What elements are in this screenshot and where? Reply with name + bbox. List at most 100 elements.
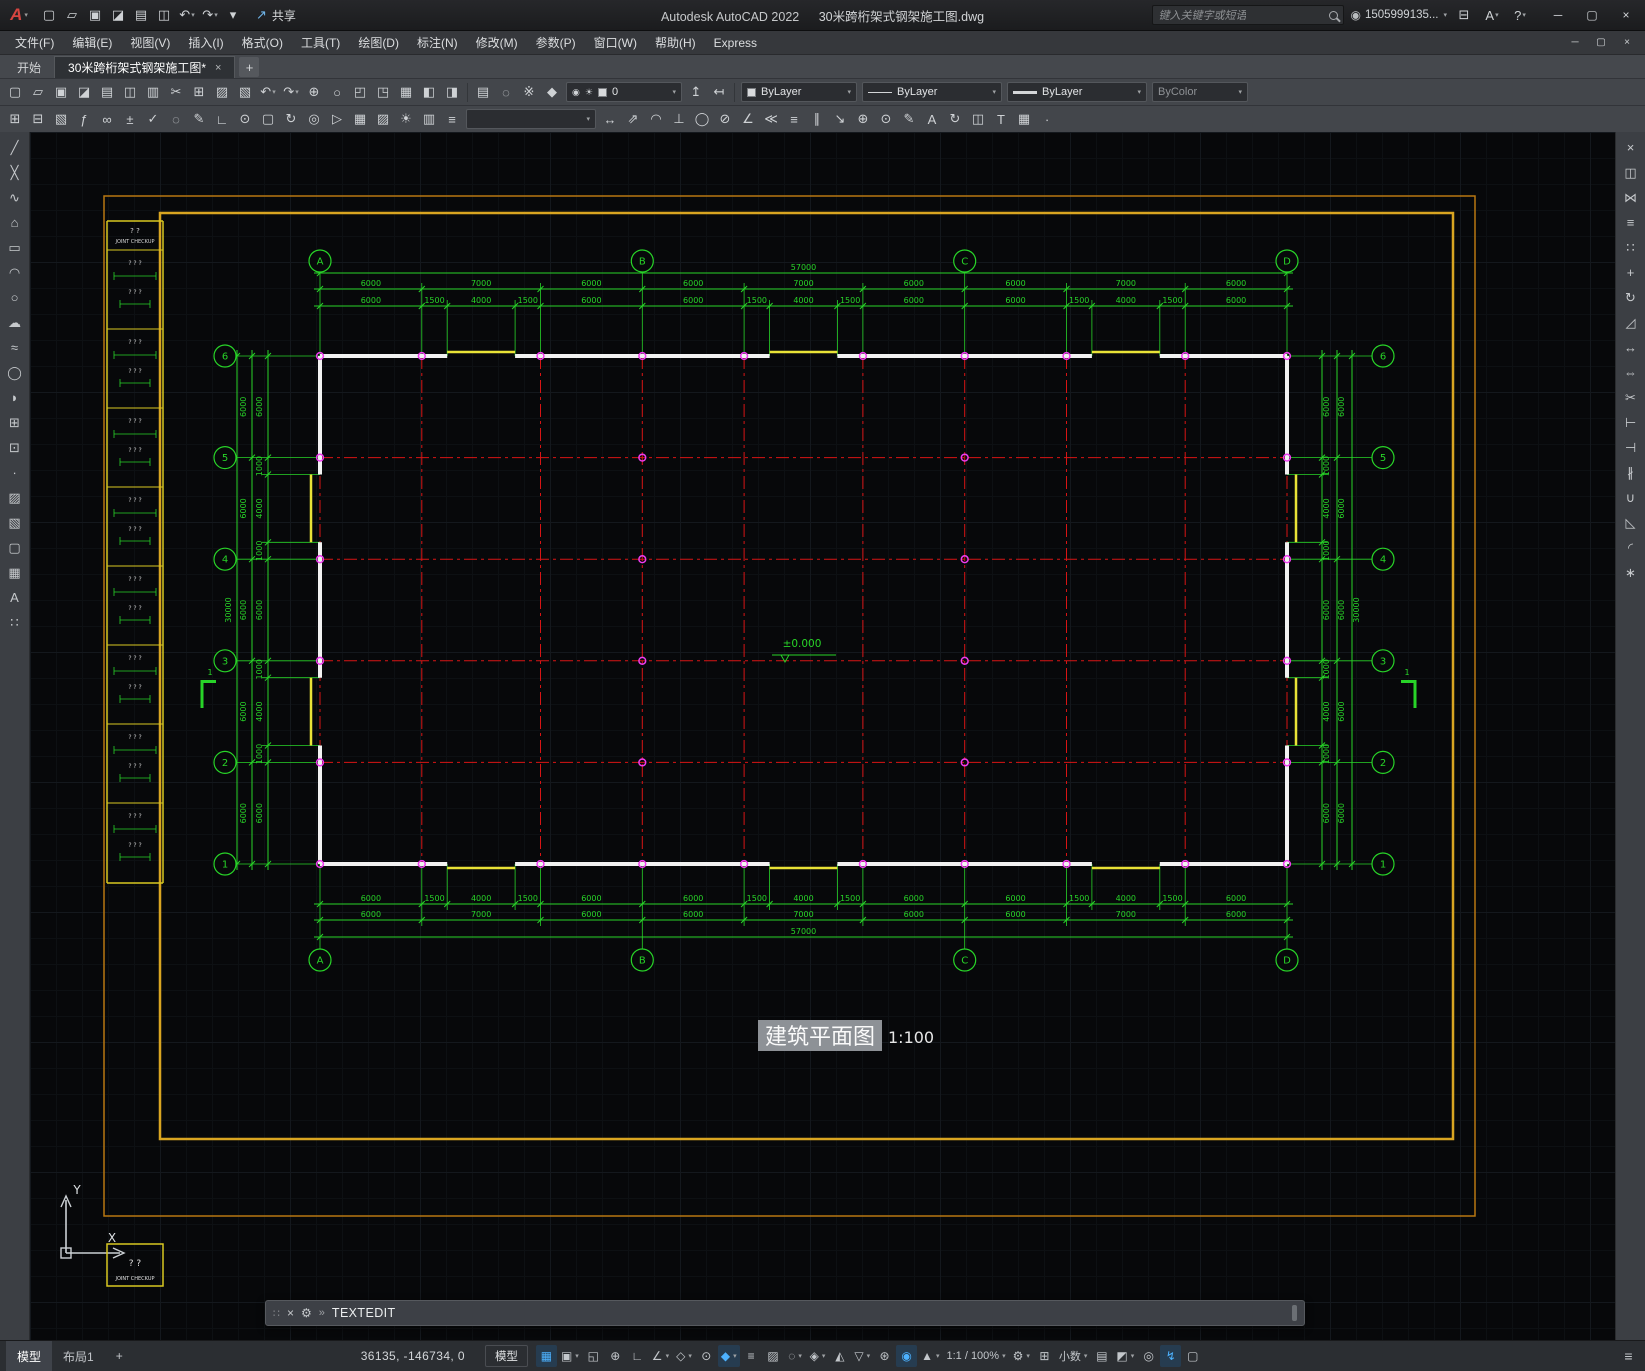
multileader-icon[interactable]: ↘ (829, 108, 851, 130)
layout1-tab[interactable]: 布局1 (52, 1341, 105, 1371)
plot-icon[interactable]: ▤ (96, 81, 118, 103)
menu-item-12[interactable]: 帮助(H) (646, 31, 705, 54)
arc-icon[interactable]: ◠ (3, 261, 27, 284)
copy-object-icon[interactable]: ◫ (1619, 161, 1643, 184)
layer-lock-icon[interactable]: ◆ (541, 81, 563, 103)
steering-wheel-icon[interactable]: ◎ (303, 108, 325, 130)
dim-arc-length-icon[interactable]: ◠ (645, 108, 667, 130)
erase-icon[interactable]: × (1619, 136, 1643, 159)
customization-menu-icon[interactable]: ≡ (1618, 1345, 1639, 1367)
lineweight-control[interactable]: ByLayer ▾ (1007, 82, 1147, 102)
plot-icon[interactable]: ▤ (130, 4, 152, 26)
polyline-icon[interactable]: ∿ (3, 186, 27, 209)
undo-icon[interactable]: ↶ ▾ (176, 4, 198, 26)
properties-palette-icon[interactable]: ▦ (395, 81, 417, 103)
dim-angular-icon[interactable]: ∠ (737, 108, 759, 130)
point-style-icon[interactable]: ∙ (1036, 108, 1058, 130)
circle-icon[interactable]: ○ (3, 286, 27, 309)
annotation-visibility-toggle[interactable]: ◉ (896, 1345, 918, 1367)
dim-style-icon[interactable]: ◫ (967, 108, 989, 130)
menu-item-13[interactable]: Express (705, 31, 766, 54)
close-icon[interactable]: × (1609, 1, 1643, 29)
pan-icon[interactable]: ⊕ (303, 81, 325, 103)
layer-walk-icon[interactable]: ≡ (441, 108, 463, 130)
zoom-window-icon[interactable]: ◰ (349, 81, 371, 103)
mirror-icon[interactable]: ⋈ (1619, 186, 1643, 209)
dim-text-edit-icon[interactable]: A (921, 108, 943, 130)
isolate-objects-toggle[interactable]: ◎ (1138, 1345, 1159, 1367)
redo-icon[interactable]: ↷ ▾ (280, 81, 302, 103)
command-customize-icon[interactable]: ⚙ (301, 1306, 312, 1320)
menu-item-10[interactable]: 参数(P) (527, 31, 585, 54)
search-input[interactable]: 键入关键字或短语 (1152, 5, 1345, 25)
hatch-icon[interactable]: ▨ (3, 486, 27, 509)
ellipse-arc-icon[interactable]: ◗ (3, 386, 27, 409)
dim-ordinate-icon[interactable]: ⊥ (668, 108, 690, 130)
open-file-icon[interactable]: ▱ (61, 4, 83, 26)
join-icon[interactable]: ∪ (1619, 486, 1643, 509)
polar-tracking-toggle[interactable]: ∠ ▾ (649, 1345, 672, 1367)
plan-title-text[interactable]: 建筑平面图 (765, 1025, 875, 1050)
insert-block-icon[interactable]: ⊞ (4, 108, 26, 130)
object-snap-toggle[interactable]: ◆ ▾ (717, 1345, 740, 1367)
tolerance-icon[interactable]: ⊕ (852, 108, 874, 130)
construction-line-icon[interactable]: ╳ (3, 161, 27, 184)
selection-cycling-toggle[interactable]: ◌ ▾ (785, 1345, 806, 1367)
show-motion-icon[interactable]: ▷ (326, 108, 348, 130)
tab-close-icon[interactable]: × (215, 62, 221, 74)
layer-properties-icon[interactable]: ▤ (472, 81, 494, 103)
scale-icon[interactable]: ◿ (1619, 311, 1643, 334)
dim-update-icon[interactable]: ↻ (944, 108, 966, 130)
field-icon[interactable]: ƒ (73, 108, 95, 130)
insert-block-icon[interactable]: ⊞ (3, 411, 27, 434)
table-style-icon[interactable]: ▦ (1013, 108, 1035, 130)
spline-icon[interactable]: ≈ (3, 336, 27, 359)
command-scrollbar[interactable] (1292, 1305, 1297, 1321)
dim-continue-icon[interactable]: ∥ (806, 108, 828, 130)
quick-calc-icon[interactable]: ± (119, 108, 141, 130)
gizmo-toggle[interactable]: ⊛ (874, 1345, 895, 1367)
ortho-mode-toggle[interactable]: ∟ (627, 1345, 648, 1367)
doc-restore-icon[interactable]: ▢ (1589, 34, 1613, 52)
infer-constraints-toggle[interactable]: ◱ (583, 1345, 604, 1367)
share-button[interactable]: ↗ 共享 (256, 7, 296, 24)
copy-icon[interactable]: ⊞ (188, 81, 210, 103)
object-snap-tracking-toggle[interactable]: ⊙ (696, 1345, 717, 1367)
dim-linear-icon[interactable]: ↔ (599, 108, 621, 130)
trim-icon[interactable]: ✂ (1619, 386, 1643, 409)
plot-preview-icon[interactable]: ◫ (119, 81, 141, 103)
menu-item-9[interactable]: 修改(M) (467, 31, 527, 54)
make-block-icon[interactable]: ⊡ (3, 436, 27, 459)
design-center-icon[interactable]: ◧ (418, 81, 440, 103)
quick-properties-toggle[interactable]: ▤ (1091, 1345, 1112, 1367)
lock-ui-toggle[interactable]: ◩ ▾ (1113, 1345, 1137, 1367)
menu-item-3[interactable]: 视图(V) (121, 31, 179, 54)
autoscale-toggle[interactable]: ▲ ▾ (918, 1345, 942, 1367)
save-as-icon[interactable]: ◪ (107, 4, 129, 26)
layer-off-icon[interactable]: ◌ (495, 81, 517, 103)
paste-icon[interactable]: ▨ (211, 81, 233, 103)
minimize-icon[interactable]: ─ (1541, 1, 1575, 29)
redo-icon[interactable]: ↷ ▾ (199, 4, 221, 26)
layer-previous-icon[interactable]: ↤ (708, 81, 730, 103)
command-line[interactable]: ∷ × ⚙ » TEXTEDIT (265, 1300, 1305, 1326)
3d-orbit-icon[interactable]: ↻ (280, 108, 302, 130)
clean-screen-toggle[interactable]: ▢ (1182, 1345, 1203, 1367)
doc-close-icon[interactable]: × (1615, 34, 1639, 52)
table-icon[interactable]: ▦ (3, 561, 27, 584)
model-tab[interactable]: 模型 (6, 1341, 53, 1371)
autodesk-app-icon[interactable]: A ▾ (1481, 4, 1503, 26)
materials-icon[interactable]: ▨ (372, 108, 394, 130)
qnew-icon[interactable]: ▢ (4, 81, 26, 103)
rotate-icon[interactable]: ↻ (1619, 286, 1643, 309)
text-style-icon[interactable]: T (990, 108, 1012, 130)
dim-edit-icon[interactable]: ✎ (898, 108, 920, 130)
break-icon[interactable]: ∦ (1619, 461, 1643, 484)
tab-document[interactable]: 30米跨桁架式钢架施工图* × (54, 56, 236, 78)
annotation-monitor-toggle[interactable]: ⊞ (1034, 1345, 1055, 1367)
rectangle-icon[interactable]: ▭ (3, 236, 27, 259)
dim-aligned-icon[interactable]: ⇗ (622, 108, 644, 130)
model-space-button[interactable]: 模型 (484, 1345, 528, 1367)
zoom-previous-icon[interactable]: ◳ (372, 81, 394, 103)
match-properties-icon[interactable]: ▧ (234, 81, 256, 103)
